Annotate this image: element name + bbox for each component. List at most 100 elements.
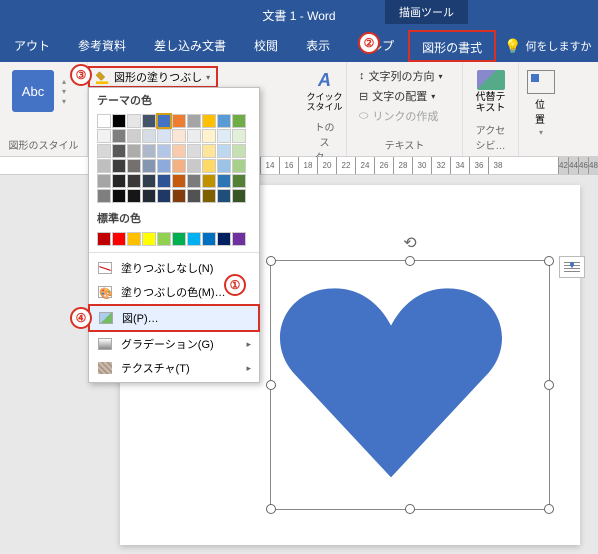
color-swatch[interactable]	[97, 174, 111, 188]
color-swatch[interactable]	[127, 114, 141, 128]
color-swatch[interactable]	[97, 232, 111, 246]
color-swatch[interactable]	[232, 114, 246, 128]
color-swatch[interactable]	[157, 114, 171, 128]
color-swatch[interactable]	[142, 114, 156, 128]
color-swatch[interactable]	[217, 159, 231, 173]
color-swatch[interactable]	[202, 129, 216, 143]
color-swatch[interactable]	[112, 159, 126, 173]
color-swatch[interactable]	[142, 144, 156, 158]
color-swatch[interactable]	[112, 232, 126, 246]
color-swatch[interactable]	[232, 159, 246, 173]
tell-me-search[interactable]: 💡 何をしますか	[504, 38, 591, 55]
color-swatch[interactable]	[217, 189, 231, 203]
ruler-tick: 24	[355, 157, 374, 175]
resize-handle-n[interactable]	[405, 256, 415, 266]
color-swatch[interactable]	[232, 232, 246, 246]
layout-options-button[interactable]	[559, 256, 585, 278]
heart-shape[interactable]	[271, 279, 511, 489]
picture-fill-item[interactable]: 図(P)…	[88, 304, 260, 332]
color-swatch[interactable]	[202, 232, 216, 246]
color-swatch[interactable]	[202, 144, 216, 158]
color-swatch[interactable]	[127, 189, 141, 203]
color-swatch[interactable]	[202, 174, 216, 188]
quick-style-button[interactable]: A クイック スタイル	[311, 66, 338, 117]
color-swatch[interactable]	[142, 174, 156, 188]
color-swatch[interactable]	[172, 232, 186, 246]
texture-fill-item[interactable]: テクスチャ(T)▸	[89, 356, 259, 380]
color-swatch[interactable]	[142, 232, 156, 246]
color-swatch[interactable]	[187, 174, 201, 188]
color-swatch[interactable]	[97, 114, 111, 128]
color-swatch[interactable]	[157, 174, 171, 188]
color-swatch[interactable]	[112, 144, 126, 158]
resize-handle-e[interactable]	[544, 380, 554, 390]
color-swatch[interactable]	[217, 232, 231, 246]
tab-layout-partial[interactable]: アウト	[0, 30, 64, 62]
color-swatch[interactable]	[202, 114, 216, 128]
color-swatch[interactable]	[202, 159, 216, 173]
color-swatch[interactable]	[97, 129, 111, 143]
gradient-fill-item[interactable]: グラデーション(G)▸	[89, 332, 259, 356]
alt-text-button[interactable]: 代替テ キスト	[471, 66, 510, 118]
color-swatch[interactable]	[127, 159, 141, 173]
resize-handle-w[interactable]	[266, 380, 276, 390]
shape-style-preset[interactable]: Abc	[12, 70, 54, 112]
color-swatch[interactable]	[172, 189, 186, 203]
color-swatch[interactable]	[142, 159, 156, 173]
resize-handle-s[interactable]	[405, 504, 415, 514]
color-swatch[interactable]	[157, 144, 171, 158]
color-swatch[interactable]	[202, 189, 216, 203]
color-swatch[interactable]	[142, 189, 156, 203]
color-swatch[interactable]	[127, 174, 141, 188]
color-swatch[interactable]	[187, 114, 201, 128]
tab-view[interactable]: 表示	[292, 30, 344, 62]
rotate-handle[interactable]: ⟲	[403, 233, 416, 253]
color-swatch[interactable]	[232, 174, 246, 188]
color-swatch[interactable]	[112, 189, 126, 203]
color-swatch[interactable]	[127, 144, 141, 158]
color-swatch[interactable]	[187, 129, 201, 143]
resize-handle-sw[interactable]	[266, 504, 276, 514]
color-swatch[interactable]	[217, 129, 231, 143]
resize-handle-se[interactable]	[544, 504, 554, 514]
color-swatch[interactable]	[172, 129, 186, 143]
color-swatch[interactable]	[172, 159, 186, 173]
tab-mailings[interactable]: 差し込み文書	[140, 30, 240, 62]
color-swatch[interactable]	[112, 174, 126, 188]
shape-selection-frame[interactable]: ⟲	[270, 260, 550, 510]
text-direction-button[interactable]: ↕文字列の方向▾	[359, 66, 450, 86]
color-swatch[interactable]	[127, 232, 141, 246]
color-swatch[interactable]	[112, 129, 126, 143]
shape-fill-dropdown[interactable]: 図形の塗りつぶし ▾	[88, 66, 218, 88]
color-swatch[interactable]	[157, 232, 171, 246]
color-swatch[interactable]	[97, 189, 111, 203]
color-swatch[interactable]	[157, 129, 171, 143]
tab-shape-format[interactable]: 図形の書式	[408, 30, 496, 62]
color-swatch[interactable]	[157, 189, 171, 203]
color-swatch[interactable]	[97, 144, 111, 158]
color-swatch[interactable]	[187, 144, 201, 158]
position-button[interactable]: 位置 ▾	[527, 66, 555, 141]
color-swatch[interactable]	[172, 144, 186, 158]
color-swatch[interactable]	[217, 114, 231, 128]
color-swatch[interactable]	[217, 174, 231, 188]
color-swatch[interactable]	[142, 129, 156, 143]
resize-handle-ne[interactable]	[544, 256, 554, 266]
tab-references[interactable]: 参考資料	[64, 30, 140, 62]
color-swatch[interactable]	[127, 129, 141, 143]
color-swatch[interactable]	[232, 144, 246, 158]
color-swatch[interactable]	[187, 189, 201, 203]
color-swatch[interactable]	[172, 114, 186, 128]
tab-review[interactable]: 校閲	[240, 30, 292, 62]
color-swatch[interactable]	[97, 159, 111, 173]
color-swatch[interactable]	[232, 129, 246, 143]
color-swatch[interactable]	[232, 189, 246, 203]
color-swatch[interactable]	[112, 114, 126, 128]
color-swatch[interactable]	[187, 232, 201, 246]
color-swatch[interactable]	[187, 159, 201, 173]
color-swatch[interactable]	[157, 159, 171, 173]
resize-handle-nw[interactable]	[266, 256, 276, 266]
color-swatch[interactable]	[217, 144, 231, 158]
text-align-button[interactable]: ⊟文字の配置▾	[359, 86, 450, 106]
color-swatch[interactable]	[172, 174, 186, 188]
